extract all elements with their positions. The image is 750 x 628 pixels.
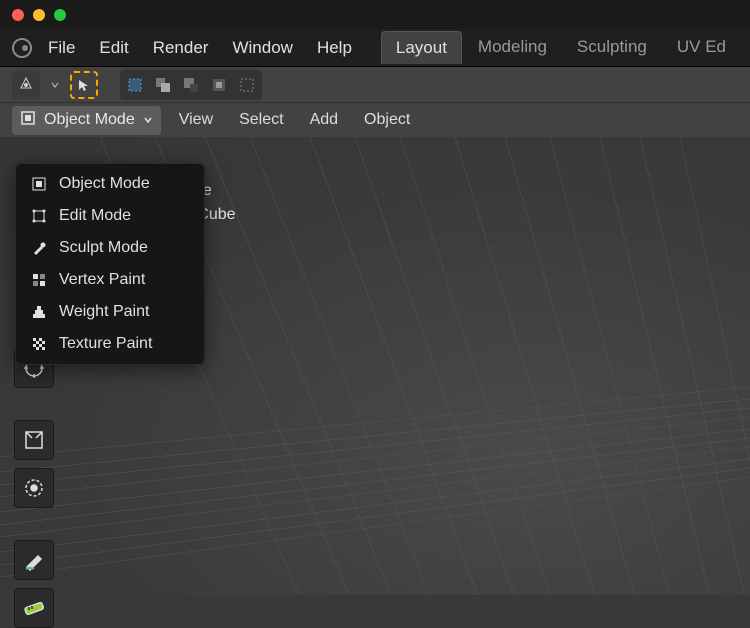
- header-menu-view[interactable]: View: [171, 107, 221, 133]
- select-tool-active[interactable]: [70, 71, 98, 99]
- select-invert-button[interactable]: [206, 72, 232, 98]
- header-menu-add[interactable]: Add: [302, 107, 346, 133]
- orientation-dropdown[interactable]: [12, 71, 40, 99]
- mode-menu-label: Object Mode: [59, 175, 150, 193]
- main-menubar: File Edit Render Window Help Layout Mode…: [0, 29, 750, 67]
- mode-menu-item-texture-paint[interactable]: Texture Paint: [16, 328, 204, 360]
- workspace-tab-uv-editing[interactable]: UV Ed: [663, 31, 740, 64]
- menu-file[interactable]: File: [48, 38, 75, 58]
- select-subtract-button[interactable]: [178, 72, 204, 98]
- blender-logo: [10, 36, 34, 60]
- texture-paint-icon: [30, 335, 48, 353]
- workspace-tab-sculpting[interactable]: Sculpting: [563, 31, 661, 64]
- menu-edit[interactable]: Edit: [99, 38, 128, 58]
- mode-dropdown[interactable]: Object Mode: [12, 106, 161, 135]
- mode-menu-item-vertex-paint[interactable]: Vertex Paint: [16, 264, 204, 296]
- mode-menu-item-object[interactable]: Object Mode: [16, 168, 204, 200]
- weight-paint-icon: [30, 303, 48, 321]
- workspace-tabs: Layout Modeling Sculpting UV Ed: [381, 31, 740, 64]
- mode-menu-label: Edit Mode: [59, 207, 131, 225]
- header-menu-select[interactable]: Select: [231, 107, 291, 133]
- header-menu-object[interactable]: Object: [356, 107, 418, 133]
- mode-menu-label: Texture Paint: [59, 335, 152, 353]
- edit-mode-icon: [30, 207, 48, 225]
- select-extend-button[interactable]: [150, 72, 176, 98]
- object-mode-icon: [20, 110, 36, 131]
- close-window-button[interactable]: [12, 9, 24, 21]
- move-tool-button[interactable]: [14, 420, 54, 460]
- select-new-button[interactable]: [122, 72, 148, 98]
- select-mode-group: [120, 70, 262, 100]
- maximize-window-button[interactable]: [54, 9, 66, 21]
- sculpt-mode-icon: [30, 239, 48, 257]
- annotate-tool-button[interactable]: [14, 540, 54, 580]
- window-titlebar: [0, 0, 750, 29]
- mode-menu-label: Sculpt Mode: [59, 239, 148, 257]
- rotate-tool-button[interactable]: [14, 468, 54, 508]
- chevron-down-icon: [50, 80, 60, 90]
- mode-menu-popup: Object Mode Edit Mode Sculpt Mode Vertex…: [15, 163, 205, 365]
- object-mode-icon: [30, 175, 48, 193]
- viewport-header: Object Mode View Select Add Object: [0, 103, 750, 137]
- menu-window[interactable]: Window: [232, 38, 292, 58]
- select-intersect-button[interactable]: [234, 72, 260, 98]
- chevron-down-icon: [143, 115, 153, 125]
- measure-tool-button[interactable]: [14, 588, 54, 628]
- mode-menu-label: Vertex Paint: [59, 271, 145, 289]
- workspace-tab-layout[interactable]: Layout: [381, 31, 462, 64]
- mode-menu-item-edit[interactable]: Edit Mode: [16, 200, 204, 232]
- vertex-paint-icon: [30, 271, 48, 289]
- mode-menu-item-weight-paint[interactable]: Weight Paint: [16, 296, 204, 328]
- menu-render[interactable]: Render: [153, 38, 209, 58]
- mode-dropdown-label: Object Mode: [44, 111, 135, 129]
- mode-menu-label: Weight Paint: [59, 303, 149, 321]
- workspace-tab-modeling[interactable]: Modeling: [464, 31, 561, 64]
- minimize-window-button[interactable]: [33, 9, 45, 21]
- mode-menu-item-sculpt[interactable]: Sculpt Mode: [16, 232, 204, 264]
- menu-help[interactable]: Help: [317, 38, 352, 58]
- editor-toolbar: [0, 67, 750, 103]
